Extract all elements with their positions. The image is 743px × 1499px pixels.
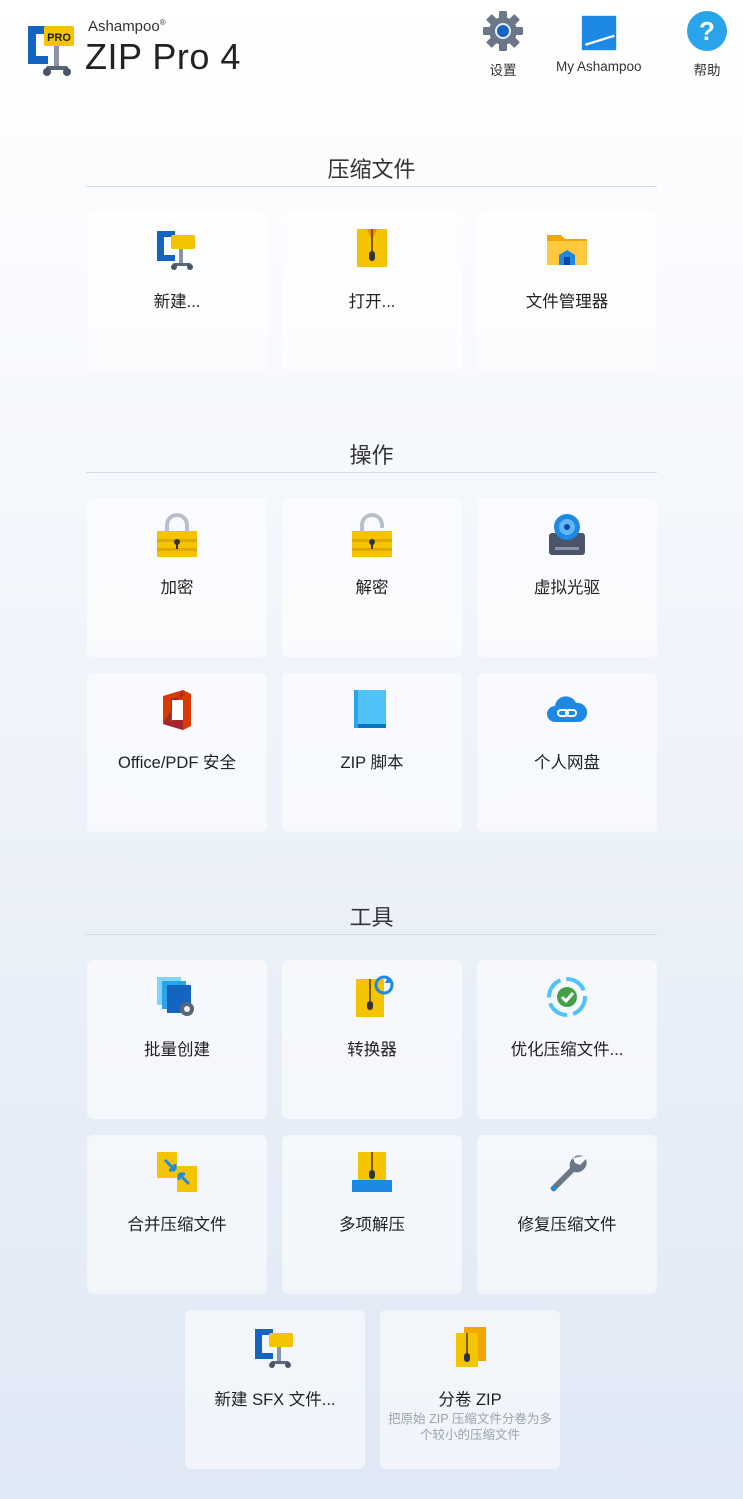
- tile-label: 多项解压: [339, 1216, 405, 1234]
- split-zip-icon: [456, 1327, 486, 1367]
- disc-drive-icon: [549, 514, 585, 555]
- tile-label: 新建...: [153, 293, 201, 311]
- my-ashampoo-button[interactable]: My Ashampoo: [556, 10, 642, 74]
- gear-icon: [483, 11, 523, 51]
- tile-split-zip[interactable]: 分卷 ZIP 把原始 ZIP 压缩文件分卷为多个较小的压缩文件: [380, 1310, 560, 1469]
- settings-button[interactable]: 设置: [482, 10, 524, 79]
- zip-file-icon: [357, 229, 387, 267]
- tile-converter[interactable]: 转换器: [282, 960, 462, 1119]
- settings-label: 设置: [489, 63, 517, 78]
- tile-virtual-drive[interactable]: 虚拟光驱: [477, 498, 657, 657]
- tile-label: 打开...: [348, 293, 396, 311]
- tile-label: 优化压缩文件...: [510, 1041, 624, 1059]
- tile-new-archive[interactable]: 新建...: [87, 212, 267, 371]
- tile-label: 修复压缩文件: [517, 1216, 617, 1234]
- wrench-icon: [550, 1155, 587, 1192]
- new-archive-icon: [157, 231, 195, 270]
- multi-extract-icon: [352, 1152, 392, 1192]
- tile-zip-script[interactable]: ZIP 脚本: [282, 673, 462, 832]
- new-sfx-icon: [255, 1329, 293, 1368]
- tile-label: ZIP 脚本: [340, 754, 404, 772]
- help-button[interactable]: ? 帮助: [686, 10, 728, 79]
- tile-multi-extract[interactable]: 多项解压: [282, 1135, 462, 1294]
- optimize-check-icon: [547, 977, 587, 1017]
- converter-icon: [356, 975, 394, 1017]
- app-logo-icon: PRO: [28, 26, 74, 76]
- tile-label: 新建 SFX 文件...: [214, 1391, 336, 1409]
- brand-small-name: Ashampoo®: [88, 18, 166, 35]
- help-label: 帮助: [693, 63, 721, 78]
- tile-label: 虚拟光驱: [534, 579, 600, 597]
- tile-label: 个人网盘: [534, 754, 600, 772]
- tile-encrypt[interactable]: 加密: [87, 498, 267, 657]
- tile-batch-create[interactable]: 批量创建: [87, 960, 267, 1119]
- tile-label: 批量创建: [144, 1041, 210, 1059]
- svg-text:?: ?: [699, 16, 715, 46]
- tile-new-sfx[interactable]: 新建 SFX 文件...: [185, 1310, 365, 1469]
- tile-decrypt[interactable]: 解密: [282, 498, 462, 657]
- tile-merge[interactable]: 合并压缩文件: [87, 1135, 267, 1294]
- tile-personal-cloud[interactable]: 个人网盘: [477, 673, 657, 832]
- tile-description: 把原始 ZIP 压缩文件分卷为多个较小的压缩文件: [388, 1412, 552, 1442]
- app-title: ZIP Pro 4: [85, 36, 241, 77]
- tile-label: 合并压缩文件: [127, 1216, 227, 1234]
- my-ashampoo-label: My Ashampoo: [556, 59, 642, 74]
- merge-icon: [157, 1152, 197, 1192]
- batch-create-icon: [157, 977, 194, 1016]
- tile-repair[interactable]: 修复压缩文件: [477, 1135, 657, 1294]
- lock-closed-icon: [157, 513, 197, 557]
- office-icon: [163, 690, 191, 730]
- section-title-tools: 工具: [349, 905, 394, 930]
- tile-office-pdf-security[interactable]: Office/PDF 安全: [87, 673, 267, 832]
- tile-label: 分卷 ZIP: [438, 1391, 502, 1409]
- tile-label: 文件管理器: [525, 293, 609, 311]
- section-divider: [86, 186, 657, 187]
- tile-label: 解密: [355, 579, 389, 597]
- my-ashampoo-icon: [581, 15, 616, 51]
- section-title-operations: 操作: [349, 443, 394, 468]
- section-divider: [86, 934, 657, 935]
- tile-label: 加密: [160, 579, 194, 597]
- folder-icon: [547, 235, 587, 265]
- tile-label: Office/PDF 安全: [118, 754, 236, 772]
- lock-open-icon: [352, 513, 392, 557]
- tile-file-manager[interactable]: 文件管理器: [477, 212, 657, 371]
- script-book-icon: [354, 690, 386, 728]
- tile-optimize[interactable]: 优化压缩文件...: [477, 960, 657, 1119]
- tile-label: 转换器: [347, 1041, 397, 1059]
- cloud-link-icon: [547, 696, 588, 722]
- section-title-compress: 压缩文件: [327, 157, 416, 182]
- help-icon: ?: [687, 11, 727, 51]
- tile-open-archive[interactable]: 打开...: [282, 212, 462, 371]
- svg-text:PRO: PRO: [47, 32, 71, 44]
- section-divider: [86, 472, 657, 473]
